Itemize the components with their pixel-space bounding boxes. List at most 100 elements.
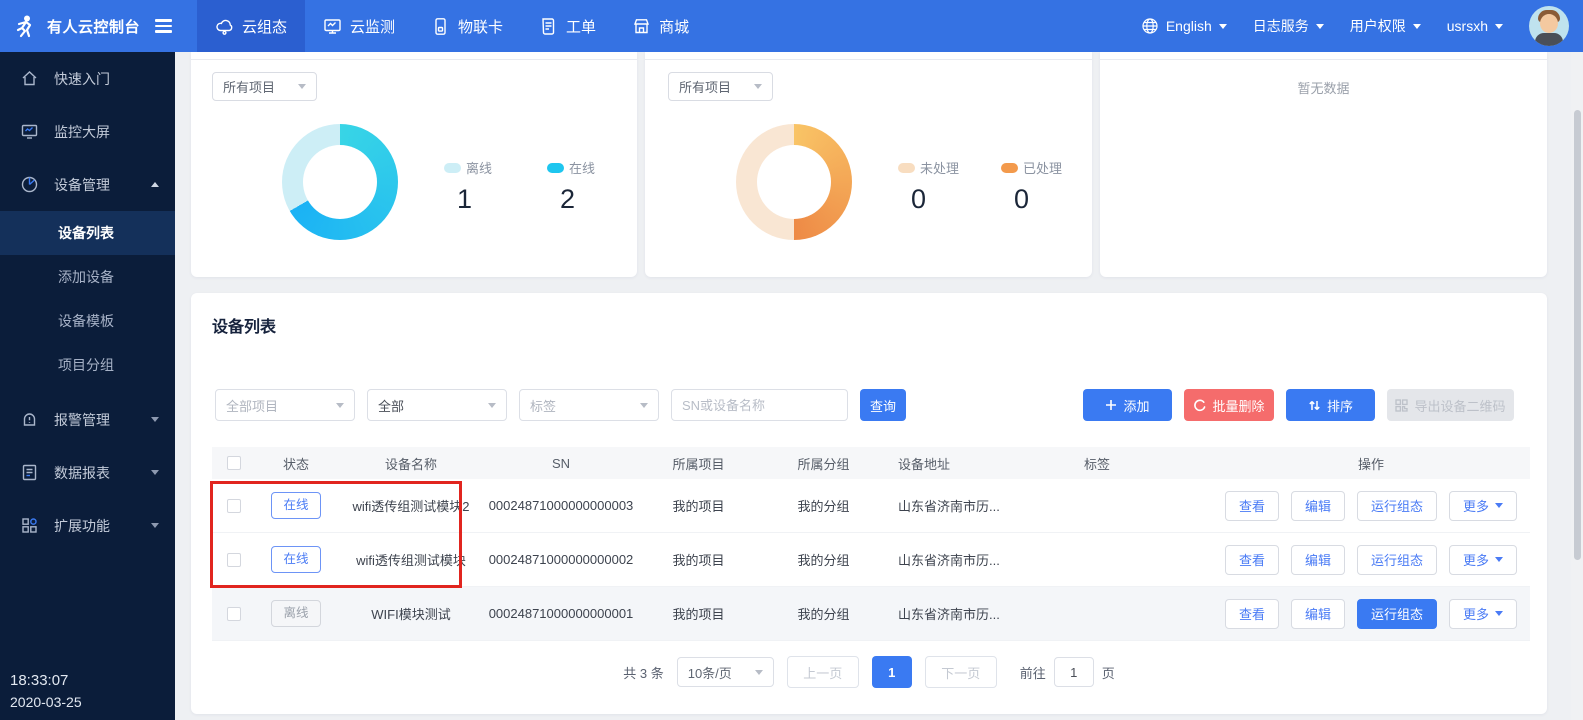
sidebar-item-extensions[interactable]: 扩展功能 [0,499,175,552]
column-header-group: 所属分组 [761,454,886,473]
query-button[interactable]: 查询 [860,389,906,421]
report-icon [20,463,39,482]
chevron-up-icon [151,182,159,187]
column-header-status: 状态 [256,454,336,473]
row-checkbox[interactable] [227,607,241,621]
run-config-button[interactable]: 运行组态 [1357,599,1437,629]
sidebar-item-quick-start[interactable]: 快速入门 [0,52,175,105]
more-button[interactable]: 更多 [1449,599,1517,629]
view-button[interactable]: 查看 [1225,599,1279,629]
tab-work-order[interactable]: 工单 [521,0,614,52]
page-scrollbar-thumb[interactable] [1574,110,1581,560]
tab-iot-card[interactable]: 物联卡 [413,0,521,52]
toolbar: 添加 批量删除 排序 导出设备二维码 [1083,389,1514,421]
device-status-project-filter[interactable]: 所有项目 [212,72,317,101]
username-menu[interactable]: usrsxh [1447,18,1503,34]
language-switch[interactable]: English [1141,17,1227,35]
log-service-label: 日志服务 [1253,16,1309,36]
table-body: 在线 wifi透传组测试模块2 00024871000000000003 我的项… [212,479,1530,641]
next-page-button[interactable]: 下一页 [925,656,997,688]
chevron-down-icon [151,523,159,528]
legend-label: 离线 [466,158,492,177]
view-button[interactable]: 查看 [1225,545,1279,575]
tab-label: 物联卡 [458,16,503,37]
device-list-card: 设备列表 全部项目 全部 标签 查询 添加 [191,293,1547,714]
edit-button[interactable]: 编辑 [1291,599,1345,629]
current-page-button[interactable]: 1 [872,656,912,688]
tab-cloud-monitor[interactable]: 云监测 [305,0,413,52]
alarm-status-project-filter[interactable]: 所有项目 [668,72,773,101]
page-scrollbar-track[interactable] [1571,52,1583,720]
tab-mall[interactable]: 商城 [614,0,707,52]
prev-page-button[interactable]: 上一页 [787,656,859,688]
group-cell: 我的分组 [761,604,886,623]
sidebar-item-device-management[interactable]: 设备管理 [0,158,175,211]
user-avatar[interactable] [1529,6,1569,46]
chevron-down-icon [1495,611,1503,616]
run-config-button[interactable]: 运行组态 [1357,491,1437,521]
no-data-text: 暂无数据 [1100,78,1547,97]
logo-icon [12,13,38,39]
sn-cell: 00024871000000000003 [486,498,636,513]
alarm-status-donut-chart [736,124,852,240]
clock-date: 2020-03-25 [10,692,82,714]
pagination: 共 3 条 10条/页 上一页 1 下一页 前往 页 [191,656,1547,688]
sidebar-item-data-report[interactable]: 数据报表 [0,446,175,499]
chevron-down-icon [1219,24,1227,29]
more-button[interactable]: 更多 [1449,491,1517,521]
sidebar-clock: 18:33:07 2020-03-25 [10,669,82,714]
edit-button[interactable]: 编辑 [1291,491,1345,521]
qr-code-icon [1395,399,1408,412]
legend-value: 0 [1014,184,1101,215]
status-badge: 在线 [271,492,320,519]
page-size-value: 10条/页 [688,663,732,682]
menu-icon[interactable] [155,19,172,32]
subitem-label: 添加设备 [58,267,114,287]
sort-button[interactable]: 排序 [1286,389,1375,421]
log-service-menu[interactable]: 日志服务 [1253,16,1324,36]
top-navbar: 有人云控制台 云组态 云监测 物联卡 [0,0,1583,52]
globe-icon [1141,17,1159,35]
goto-page-input[interactable] [1054,657,1094,687]
sort-icon [1308,399,1321,412]
tab-cloud-config[interactable]: 云组态 [197,0,305,52]
add-device-button[interactable]: 添加 [1083,389,1172,421]
project-cell: 我的项目 [636,550,761,569]
sim-card-icon [431,17,450,36]
subitem-label: 设备模板 [58,311,114,331]
more-button[interactable]: 更多 [1449,545,1517,575]
page-size-select[interactable]: 10条/页 [677,657,774,687]
empty-data-card: 暂无数据 [1100,52,1547,277]
view-button[interactable]: 查看 [1225,491,1279,521]
edit-button[interactable]: 编辑 [1291,545,1345,575]
run-config-button[interactable]: 运行组态 [1357,545,1437,575]
work-order-icon [539,17,558,36]
select-all-checkbox[interactable] [227,456,241,470]
export-qr-button[interactable]: 导出设备二维码 [1387,389,1514,421]
row-checkbox[interactable] [227,553,241,567]
sidebar-item-monitor-screen[interactable]: 监控大屏 [0,105,175,158]
project-filter-select[interactable]: 全部项目 [215,389,355,421]
search-input[interactable] [671,389,848,421]
batch-delete-button[interactable]: 批量删除 [1184,389,1274,421]
sidebar-subitem-device-list[interactable]: 设备列表 [0,211,175,255]
legend-value: 0 [911,184,998,215]
chevron-down-icon [1413,24,1421,29]
address-cell: 山东省济南市历... [886,496,1076,515]
select-value: 全部 [378,396,404,415]
sidebar-item-alarm-management[interactable]: 报警管理 [0,393,175,446]
device-list-title: 设备列表 [212,313,276,337]
plus-icon [1105,399,1117,411]
sidebar-subitem-device-template[interactable]: 设备模板 [0,299,175,343]
row-checkbox[interactable] [227,499,241,513]
sn-cell: 00024871000000000002 [486,552,636,567]
sidebar-subitem-project-group[interactable]: 项目分组 [0,343,175,387]
user-permission-menu[interactable]: 用户权限 [1350,16,1421,36]
filter-value: 所有项目 [223,77,275,96]
tag-filter-select[interactable]: 标签 [519,389,659,421]
chevron-down-icon [1495,503,1503,508]
status-filter-select[interactable]: 全部 [367,389,507,421]
group-cell: 我的分组 [761,550,886,569]
sidebar-subitem-add-device[interactable]: 添加设备 [0,255,175,299]
goto-suffix-label: 页 [1102,663,1115,682]
